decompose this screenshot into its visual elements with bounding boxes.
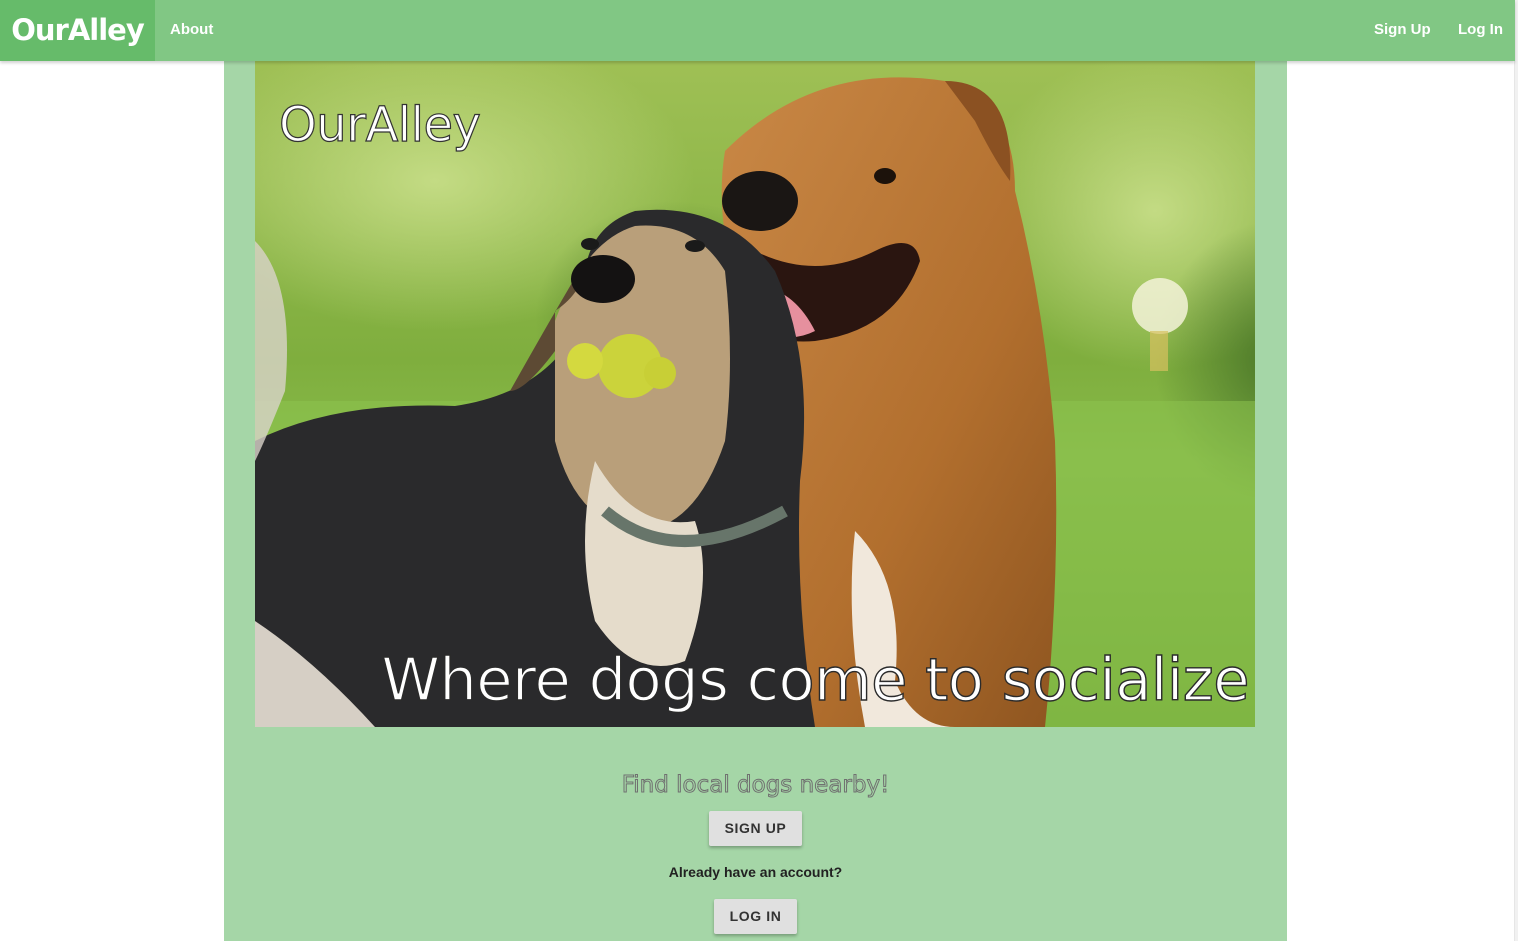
hero-dogs-photo — [255, 61, 1255, 727]
hero-title: OurAlley — [278, 96, 481, 153]
hero-tagline: Where dogs come to socialize — [381, 644, 1250, 714]
brand-logo[interactable]: OurAlley — [0, 0, 155, 61]
find-dogs-heading: Find local dogs nearby! — [621, 772, 890, 799]
nav-login-link[interactable]: Log In — [1458, 0, 1503, 61]
account-prompt: Already have an account? — [668, 864, 843, 880]
nav-about-link[interactable]: About — [170, 0, 213, 61]
signup-button[interactable]: SIGN UP — [709, 811, 802, 846]
nav-signup-link[interactable]: Sign Up — [1374, 0, 1431, 61]
top-navbar: OurAlley About Sign Up Log In — [0, 0, 1515, 61]
main-content: OurAlley Where dogs come to socialize Fi… — [224, 61, 1287, 941]
page-scrollbar[interactable] — [1514, 0, 1518, 941]
hero-banner: OurAlley Where dogs come to socialize — [255, 61, 1255, 727]
login-button[interactable]: LOG IN — [714, 899, 797, 934]
